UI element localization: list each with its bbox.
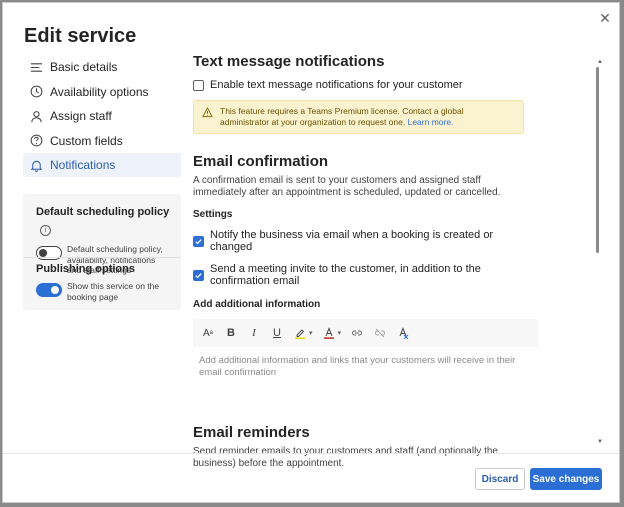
font-size-icon[interactable]: Aa xyxy=(201,326,215,340)
sms-checkbox[interactable] xyxy=(193,79,204,91)
link-icon[interactable] xyxy=(350,326,364,340)
meeting-invite-label: Send a meeting invite to the customer, i… xyxy=(210,263,481,287)
dialog-title: Edit service xyxy=(24,25,137,47)
nav-item-label: Assign staff xyxy=(50,109,112,124)
warning-icon xyxy=(202,106,214,128)
settings-label: Settings xyxy=(193,209,233,220)
email-confirmation-heading: Email confirmation xyxy=(193,153,329,170)
publishing-options-title: Publishing options xyxy=(36,263,135,275)
clear-formatting-icon[interactable] xyxy=(396,326,410,340)
publishing-toggle[interactable] xyxy=(36,283,62,297)
nav-item-basic-details[interactable]: Basic details xyxy=(23,55,181,79)
sms-checkbox-label: Enable text message notifications for yo… xyxy=(210,79,463,91)
footer-divider xyxy=(3,453,619,454)
scheduling-policy-title: Default scheduling policy xyxy=(36,206,170,218)
main-content: Text message notifications Enable text m… xyxy=(193,53,538,470)
italic-icon[interactable]: I xyxy=(247,326,261,340)
nav-item-label: Custom fields xyxy=(50,133,123,148)
list-icon xyxy=(29,60,43,74)
info-icon[interactable]: i xyxy=(40,225,51,236)
nav-item-label: Notifications xyxy=(50,158,116,173)
discard-button[interactable]: Discard xyxy=(475,468,525,490)
nav-item-notifications[interactable]: Notifications xyxy=(23,153,181,178)
sms-heading: Text message notifications xyxy=(193,53,385,70)
email-reminders-heading: Email reminders xyxy=(193,424,310,441)
editor-input[interactable]: Add additional information and links tha… xyxy=(193,347,538,387)
underline-icon[interactable]: U xyxy=(270,326,284,340)
highlight-icon[interactable] xyxy=(293,326,307,340)
publishing-options-section: Publishing options Show this service on … xyxy=(36,263,163,302)
notify-business-checkbox[interactable] xyxy=(193,235,204,247)
premium-warning: This feature requires a Teams Premium li… xyxy=(193,100,524,134)
unlink-icon[interactable] xyxy=(373,326,387,340)
bell-icon xyxy=(29,158,43,172)
sms-checkbox-row[interactable]: Enable text message notifications for yo… xyxy=(193,79,533,91)
rich-text-editor: Aa B I U ▾ ▾ Add additional information … xyxy=(193,319,538,387)
side-nav: Basic details Availability options Assig… xyxy=(23,55,181,178)
meeting-invite-row[interactable]: Send a meeting invite to the customer, i… xyxy=(193,263,533,287)
nav-item-custom-fields[interactable]: Custom fields xyxy=(23,129,181,153)
nav-item-label: Availability options xyxy=(50,84,149,99)
clock-icon xyxy=(29,85,43,99)
save-changes-button[interactable]: Save changes xyxy=(530,468,602,490)
scrollbar-thumb[interactable] xyxy=(596,67,599,253)
bold-icon[interactable]: B xyxy=(224,326,238,340)
scroll-up-icon[interactable]: ▲ xyxy=(597,59,603,65)
meeting-invite-checkbox[interactable] xyxy=(193,269,204,281)
email-confirmation-description: A confirmation email is sent to your cus… xyxy=(193,175,501,198)
publishing-toggle-label: Show this service on the booking page xyxy=(67,281,160,302)
font-color-icon[interactable] xyxy=(322,326,336,340)
nav-item-assign-staff[interactable]: Assign staff xyxy=(23,104,181,128)
policy-panel: Default scheduling policy i Default sche… xyxy=(23,194,181,310)
notify-business-label: Notify the business via email when a boo… xyxy=(210,229,494,253)
additional-info-label: Add additional information xyxy=(193,299,321,310)
email-reminders-description: Send reminder emails to your customers a… xyxy=(193,446,498,469)
edit-service-dialog: ✕ Edit service Basic details Availabilit… xyxy=(2,2,620,503)
learn-more-link[interactable]: Learn more. xyxy=(408,117,454,127)
editor-toolbar: Aa B I U ▾ ▾ xyxy=(193,319,538,347)
chevron-down-icon[interactable]: ▾ xyxy=(338,329,342,337)
question-icon xyxy=(29,134,43,148)
chevron-down-icon[interactable]: ▾ xyxy=(309,329,313,337)
nav-item-availability-options[interactable]: Availability options xyxy=(23,80,181,104)
person-icon xyxy=(29,109,43,123)
scroll-down-icon[interactable]: ▼ xyxy=(597,439,603,445)
close-icon[interactable]: ✕ xyxy=(598,11,612,25)
notify-business-row[interactable]: Notify the business via email when a boo… xyxy=(193,229,533,253)
nav-item-label: Basic details xyxy=(50,60,118,74)
panel-divider xyxy=(23,257,181,258)
